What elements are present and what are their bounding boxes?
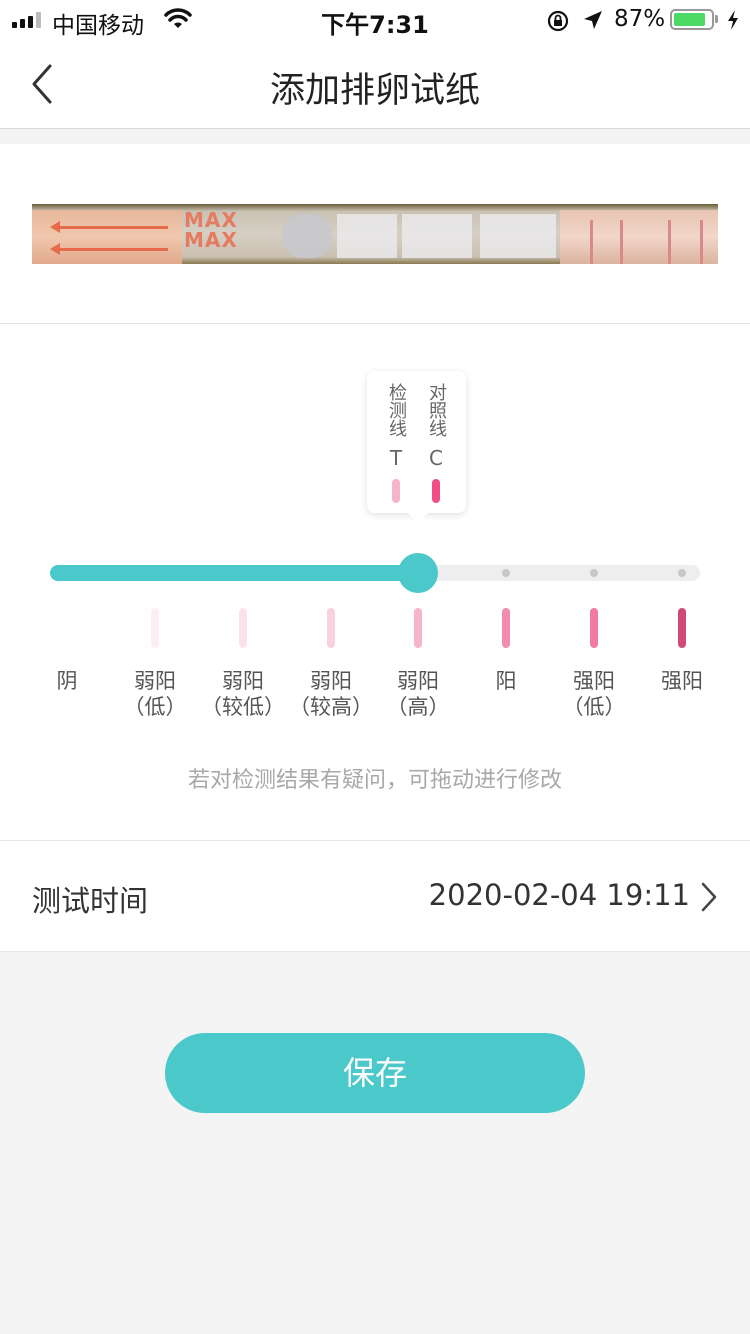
control-line-letter: C: [429, 446, 443, 470]
level-mark: [502, 608, 510, 648]
control-line-label: 对照线: [426, 383, 447, 437]
slider-step-dot: [590, 569, 598, 577]
arrow-icon: [50, 221, 168, 233]
battery-icon: [670, 9, 714, 30]
status-bar: 中国移动 下午7:31 87%: [0, 0, 750, 40]
level-label-main: 阴: [56, 669, 78, 693]
slider-step-dot: [502, 569, 510, 577]
save-button[interactable]: 保存: [165, 1033, 585, 1113]
level-label-sub: （高）: [386, 695, 450, 719]
test-line-column: 检测线 T: [386, 383, 407, 503]
strip-line: [620, 220, 623, 264]
level-label-sub: （较高）: [289, 695, 373, 719]
strip-window: [282, 214, 332, 258]
level-label-sub: （低）: [562, 695, 626, 719]
test-line-mark: [392, 479, 400, 503]
result-slider-thumb[interactable]: [398, 553, 438, 593]
strip-window: [337, 214, 397, 258]
line-tooltip: 检测线 T 对照线 C: [367, 371, 466, 523]
level-label-main: 阳: [495, 669, 517, 693]
strip-handle: [32, 210, 182, 264]
level-label-main: 弱阳: [222, 669, 264, 693]
level-label-main: 强阳: [661, 669, 703, 693]
control-line-mark: [432, 479, 440, 503]
test-time-label: 测试时间: [32, 884, 149, 918]
strip-tail: [560, 210, 718, 264]
level-mark: [327, 608, 335, 648]
battery-fill: [674, 13, 706, 26]
battery-percent: 87%: [614, 6, 666, 32]
level-label[interactable]: 弱阳 （较低）: [198, 668, 288, 720]
level-label[interactable]: 强阳 （低）: [549, 668, 639, 720]
strip-line: [590, 220, 593, 264]
battery-cap: [715, 15, 718, 23]
level-label-sub: （较低）: [201, 695, 285, 719]
level-label-main: 弱阳: [134, 669, 176, 693]
level-label[interactable]: 弱阳 （较高）: [286, 668, 376, 720]
level-mark: [239, 608, 247, 648]
strip-max-text: MAX: [184, 208, 238, 232]
result-slider-fill: [50, 565, 418, 581]
nav-bar: 添加排卵试纸: [0, 40, 750, 129]
charging-icon: [726, 9, 740, 35]
strip-window: [402, 214, 472, 258]
level-mark: [678, 608, 686, 648]
level-mark: [414, 608, 422, 648]
level-label[interactable]: 强阳: [637, 668, 727, 694]
orientation-lock-icon: [546, 9, 570, 37]
strip-line: [668, 220, 671, 264]
arrow-icon: [50, 243, 168, 255]
level-mark: [590, 608, 598, 648]
slider-step-dot: [678, 569, 686, 577]
chevron-right-icon: [700, 881, 718, 917]
level-label[interactable]: 弱阳 （高）: [373, 668, 463, 720]
level-label[interactable]: 阴: [22, 668, 112, 694]
level-label-main: 强阳: [573, 669, 615, 693]
strip-max-text: MAX: [184, 228, 238, 252]
level-label-sub: （低）: [123, 695, 187, 719]
level-label-main: 弱阳: [397, 669, 439, 693]
test-strip-image: MAX MAX: [32, 204, 718, 264]
test-time-row[interactable]: 测试时间 2020-02-04 19:11: [0, 841, 750, 952]
test-line-letter: T: [389, 446, 403, 470]
location-icon: [582, 9, 604, 35]
level-label[interactable]: 阳: [461, 668, 551, 694]
test-time-value: 2020-02-04 19:11: [428, 878, 690, 912]
result-card: 检测线 T 对照线 C 阴弱阳 （低） 弱阳 （较低） 弱阳 （较高） 弱阳 （高）阳强阳 （低…: [0, 324, 750, 841]
page-title: 添加排卵试纸: [269, 71, 480, 111]
strip-photo-card: MAX MAX: [0, 144, 750, 324]
level-label[interactable]: 弱阳 （低）: [110, 668, 200, 720]
strip-line: [700, 220, 703, 264]
strip-window: [480, 214, 556, 258]
adjust-hint: 若对检测结果有疑问，可拖动进行修改: [187, 768, 562, 793]
test-line-label: 检测线: [386, 383, 407, 437]
level-mark: [151, 608, 159, 648]
control-line-column: 对照线 C: [426, 383, 447, 503]
level-label-main: 弱阳: [310, 669, 352, 693]
